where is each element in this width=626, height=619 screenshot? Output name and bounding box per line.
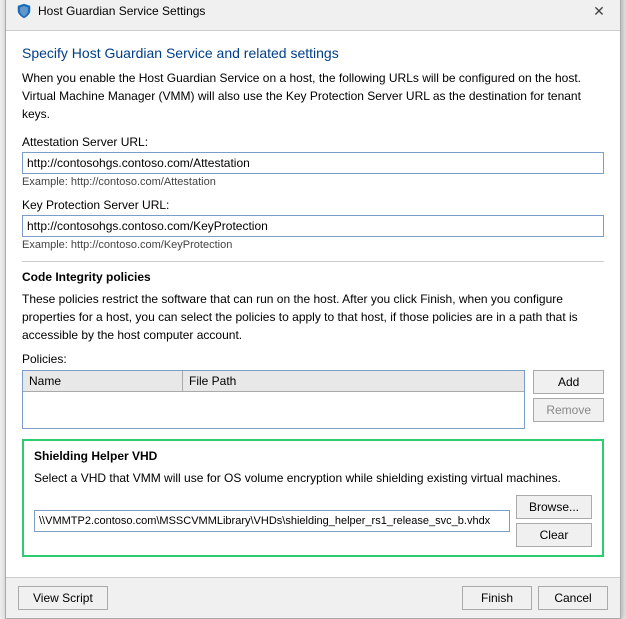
browse-button[interactable]: Browse... (516, 495, 592, 519)
shielding-title: Shielding Helper VHD (34, 449, 592, 463)
title-bar: Host Guardian Service Settings ✕ (6, 0, 620, 31)
dialog-body: Specify Host Guardian Service and relate… (6, 31, 620, 577)
shielding-description: Select a VHD that VMM will use for OS vo… (34, 469, 592, 487)
attestation-example: Example: http://contoso.com/Attestation (22, 176, 604, 188)
shielding-row: Browse... Clear (34, 495, 592, 547)
dialog-heading: Specify Host Guardian Service and relate… (22, 45, 604, 61)
dialog-footer: View Script Finish Cancel (6, 577, 620, 618)
policies-buttons: Add Remove (533, 370, 604, 429)
view-script-button[interactable]: View Script (18, 586, 108, 610)
key-protection-example: Example: http://contoso.com/KeyProtectio… (22, 239, 604, 251)
attestation-label: Attestation Server URL: (22, 135, 604, 149)
code-integrity-description: These policies restrict the software tha… (22, 290, 604, 344)
shielding-section: Shielding Helper VHD Select a VHD that V… (22, 439, 604, 557)
dialog-window: Host Guardian Service Settings ✕ Specify… (5, 0, 621, 619)
dialog-description: When you enable the Host Guardian Servic… (22, 69, 604, 123)
policies-table: Name File Path (22, 370, 525, 429)
add-button[interactable]: Add (533, 370, 604, 394)
shield-icon (16, 3, 32, 19)
attestation-input[interactable] (22, 152, 604, 174)
shielding-action-buttons: Browse... Clear (516, 495, 592, 547)
cancel-button[interactable]: Cancel (538, 586, 608, 610)
policies-area: Name File Path Add Remove (22, 370, 604, 429)
policies-table-body (23, 392, 524, 428)
remove-button[interactable]: Remove (533, 398, 604, 422)
policies-table-header: Name File Path (23, 371, 524, 392)
key-protection-label: Key Protection Server URL: (22, 198, 604, 212)
footer-right-buttons: Finish Cancel (462, 586, 608, 610)
key-protection-input[interactable] (22, 215, 604, 237)
col-name-header: Name (23, 371, 183, 391)
separator (22, 261, 604, 262)
shielding-vhd-input[interactable] (34, 510, 510, 532)
col-path-header: File Path (183, 371, 524, 391)
close-button[interactable]: ✕ (588, 0, 610, 22)
code-integrity-title: Code Integrity policies (22, 270, 604, 284)
window-title: Host Guardian Service Settings (38, 4, 205, 18)
clear-button[interactable]: Clear (516, 523, 592, 547)
finish-button[interactable]: Finish (462, 586, 532, 610)
policies-label: Policies: (22, 352, 604, 366)
